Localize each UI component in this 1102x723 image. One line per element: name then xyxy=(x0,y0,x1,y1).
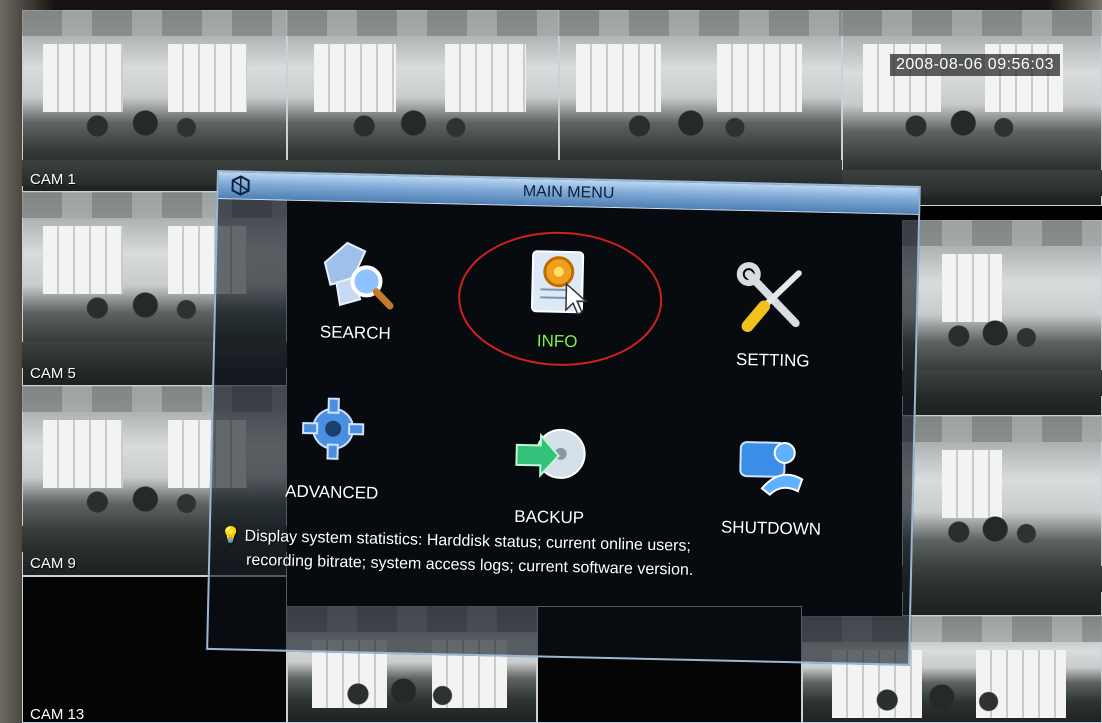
search-icon xyxy=(323,241,394,310)
dvr-screen: CAM 1 CAM 5 CAM 9 CAM 13 2008-08-06 09:5… xyxy=(22,10,1102,723)
camera-tile-1[interactable]: CAM 1 xyxy=(22,10,287,192)
menu-item-search[interactable]: SEARCH xyxy=(274,231,437,385)
menu-item-advanced[interactable]: ADVANCED xyxy=(251,391,414,545)
hint-line-2: recording bitrate; system access logs; c… xyxy=(245,551,694,579)
camera-label: CAM 1 xyxy=(30,171,76,188)
camera-label: CAM 9 xyxy=(30,555,76,572)
menu-title: MAIN MENU xyxy=(522,182,615,203)
gear-icon xyxy=(302,397,365,460)
lightbulb-icon: 💡 xyxy=(220,527,241,545)
camera-tile-4[interactable] xyxy=(842,10,1102,206)
camera-label: CAM 5 xyxy=(30,365,76,382)
menu-item-label: ADVANCED xyxy=(284,481,379,503)
camera-tile-12[interactable] xyxy=(902,416,1102,616)
timestamp: 2008-08-06 09:56:03 xyxy=(890,54,1061,76)
menu-item-label: INFO xyxy=(536,331,578,352)
camera-tile-8[interactable] xyxy=(902,220,1102,416)
camera-label: CAM 13 xyxy=(30,706,85,723)
camera-tile-3[interactable] xyxy=(559,10,842,192)
menu-item-setting[interactable]: SETTING xyxy=(692,259,855,413)
menu-item-info[interactable]: INFO xyxy=(476,240,639,394)
main-menu-dialog: MAIN MENU SEARCH INFO SETTING ADVANCED B… xyxy=(206,170,921,666)
camera-tile-2[interactable] xyxy=(287,10,559,192)
logo-icon xyxy=(231,175,250,196)
menu-item-label: SEARCH xyxy=(319,322,391,343)
menu-item-label: SETTING xyxy=(735,349,810,371)
tools-icon xyxy=(736,262,802,333)
shutdown-person-icon xyxy=(739,441,804,496)
info-gear-icon xyxy=(530,250,589,316)
menu-item-label: BACKUP xyxy=(514,506,585,528)
disc-backup-icon xyxy=(515,428,586,479)
